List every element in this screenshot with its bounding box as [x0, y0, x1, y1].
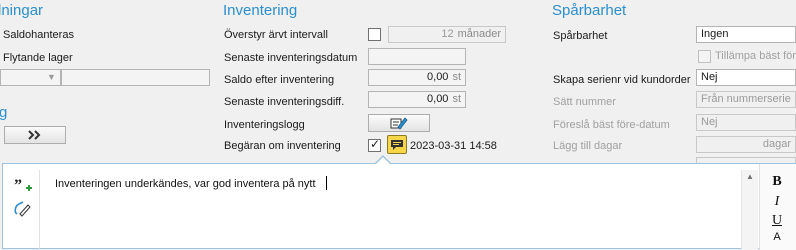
quote-add-icon: ” [14, 177, 32, 194]
last-inventory-diff-label: Senaste inventeringsdiff. [224, 96, 345, 108]
inventory-request-checkbox[interactable]: ✓ [368, 137, 381, 152]
section-title-traceability: Spårbarhet [552, 2, 627, 19]
balance-after-inventory-field[interactable]: 0,00 st [368, 69, 466, 86]
inventory-log-label: Inventeringslogg [224, 119, 305, 131]
comment-icon [391, 140, 403, 150]
add-quote-button[interactable]: ” [13, 177, 33, 196]
underline-button[interactable]: U [768, 213, 786, 229]
set-number-label: Sätt nummer [553, 96, 616, 108]
note-textarea[interactable]: Inventeringen underkändes, var god inven… [39, 170, 762, 250]
log-edit-icon [390, 117, 408, 130]
override-interval-checkbox[interactable] [368, 28, 381, 41]
note-scrollbar[interactable]: ▲ [741, 170, 758, 250]
override-interval-unit: månader [457, 28, 501, 40]
popup-pointer-inner [375, 157, 391, 165]
chevron-down-icon: ▼ [47, 72, 56, 82]
scroll-up-icon[interactable]: ▲ [746, 172, 754, 181]
traceability-label: Spårbarhet [553, 30, 608, 42]
bold-button[interactable]: B [768, 174, 786, 190]
override-interval-field[interactable]: 12 månader [388, 26, 506, 43]
inventory-log-button[interactable] [368, 114, 430, 132]
create-serial-label: Skapa serienr vid kundorder [553, 74, 691, 86]
double-chevron-right-icon [28, 130, 41, 140]
font-color-label: A [773, 231, 781, 243]
traceability-dropdown[interactable]: Ingen [696, 26, 796, 43]
italic-button[interactable]: I [768, 194, 786, 210]
format-toolbar: B I U A [759, 164, 796, 250]
add-days-field[interactable]: dagar [696, 136, 796, 153]
balance-after-inventory-label: Saldo efter inventering [224, 74, 335, 86]
note-text: Inventeringen underkändes, var god inven… [55, 178, 316, 190]
balance-unit: st [452, 71, 461, 83]
apply-best-before-label: Tillämpa bäst före [715, 50, 796, 62]
warehouse-dropdown[interactable]: ▼ [0, 69, 61, 86]
last-inventory-date-label: Senaste inventeringsdatum [224, 52, 358, 64]
section-title-inventory: Inventering [223, 2, 298, 19]
flytande-lager-label: Flytande lager [3, 52, 73, 64]
svg-text:”: ” [14, 178, 22, 194]
inventory-request-timestamp: 2023-03-31 14:58 [410, 140, 497, 152]
saldohanteras-label: Saldohanteras [3, 29, 74, 41]
balance-value: 0,00 [427, 71, 449, 83]
override-interval-label: Överstyr ärvt intervall [224, 29, 328, 41]
diff-value: 0,00 [427, 93, 449, 105]
apply-best-before-checkbox[interactable] [698, 50, 711, 63]
last-inventory-date-field[interactable] [368, 48, 466, 65]
add-days-label: Lägg till dagar [553, 140, 623, 152]
checkmark-icon: ✓ [370, 137, 381, 151]
override-interval-value: 12 [441, 28, 454, 40]
suggest-best-before-dropdown[interactable]: Nej [696, 114, 796, 131]
inventory-note-popup: ” Inventeringen underkändes, var god inv… [2, 163, 796, 250]
section-title-settings: lningar [0, 2, 44, 19]
diff-unit: st [452, 93, 461, 105]
inventory-note-button[interactable] [387, 135, 407, 154]
text-cursor [326, 176, 327, 190]
create-serial-dropdown[interactable]: Nej [696, 69, 796, 86]
last-inventory-diff-field[interactable]: 0,00 st [368, 91, 466, 108]
set-number-dropdown[interactable]: Från nummerserie [696, 91, 796, 108]
next-button[interactable] [4, 126, 66, 144]
add-days-unit: dagar [762, 138, 791, 150]
font-color-button[interactable]: A [768, 231, 786, 243]
warehouse-location-field[interactable] [61, 69, 210, 86]
paperclip-pen-icon [14, 201, 31, 217]
attach-note-button[interactable] [13, 200, 33, 218]
section-title-left-2: g [0, 104, 8, 121]
inventory-request-label: Begäran om inventering [224, 140, 341, 152]
suggest-best-before-label: Föreslå bäst före-datum [553, 119, 670, 131]
